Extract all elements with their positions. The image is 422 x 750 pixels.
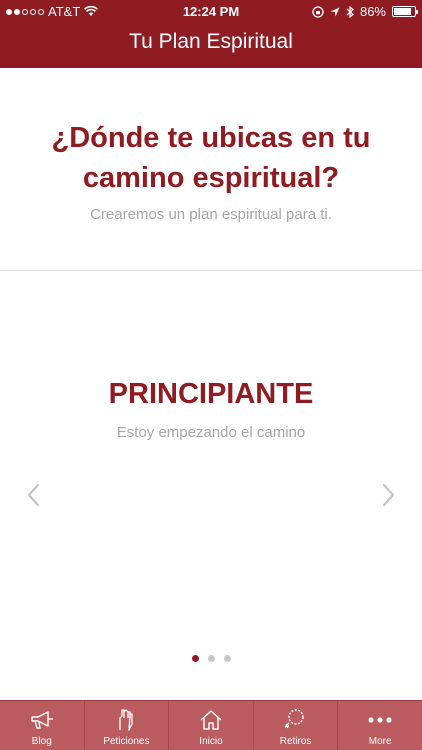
page-dot[interactable]	[191, 655, 199, 662]
tab-label: Retiros	[279, 736, 312, 747]
location-icon	[330, 7, 340, 16]
tab-inicio[interactable]: Inicio	[169, 701, 254, 750]
home-icon	[200, 710, 222, 730]
tab-more[interactable]: More	[338, 701, 422, 750]
page-dot[interactable]	[223, 655, 231, 662]
page-indicator[interactable]	[0, 655, 422, 662]
tab-label: Inicio	[199, 736, 223, 747]
app-header: AT&T 12:24 PM 86% Tu Plan Espiritual	[0, 0, 422, 68]
question-subtitle: Crearemos un plan espiritual para ti.	[90, 206, 332, 223]
status-bar: AT&T 12:24 PM 86%	[0, 0, 422, 22]
tab-peticiones[interactable]: Peticiones	[85, 701, 170, 750]
tab-label: Peticiones	[103, 736, 150, 747]
rosary-icon	[284, 709, 304, 729]
level-description: Estoy empezando el camino	[116, 424, 306, 441]
next-level-button[interactable]	[374, 480, 404, 510]
question-heading: ¿Dónde te ubicas en tu camino espiritual…	[51, 122, 371, 194]
tab-retiros[interactable]: Retiros	[254, 701, 339, 750]
status-right: 86%	[312, 4, 418, 19]
more-dots-icon	[368, 717, 392, 723]
rotation-lock-icon	[312, 5, 324, 18]
tab-bar: Blog Peticiones Inicio Retiros More	[0, 700, 422, 750]
bluetooth-icon	[346, 5, 354, 18]
level-title[interactable]: PRINCIPIANTE	[0, 378, 422, 411]
battery-icon	[392, 6, 418, 17]
page-title: Tu Plan Espiritual	[129, 30, 293, 53]
megaphone-icon	[31, 711, 53, 729]
previous-level-button[interactable]	[18, 480, 48, 510]
praying-hands-icon	[119, 709, 134, 731]
chevron-left-icon	[27, 483, 40, 507]
tab-blog[interactable]: Blog	[0, 701, 85, 750]
divider	[0, 270, 422, 271]
page-dot[interactable]	[207, 655, 215, 662]
tab-label: Blog	[31, 736, 52, 747]
chevron-right-icon	[382, 483, 395, 507]
battery-percent: 86%	[359, 4, 386, 19]
tab-label: More	[368, 736, 392, 747]
